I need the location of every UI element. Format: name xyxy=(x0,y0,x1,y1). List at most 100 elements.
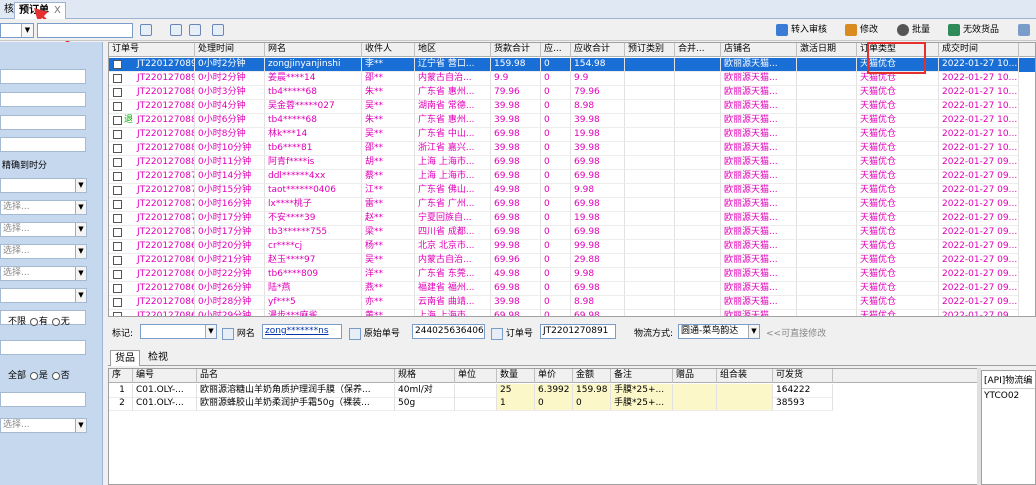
table-row[interactable]: JT22012708690小时20分钟cr****cj杨**北京 北京市...9… xyxy=(109,240,1035,254)
tab-goods[interactable]: 货品 xyxy=(110,350,140,366)
radio-icon[interactable] xyxy=(51,317,60,326)
table-row[interactable]: JT22012708670小时22分钟tb6****809洋**广东省 东莞..… xyxy=(109,268,1035,282)
invalid-goods-button[interactable]: 无效货品 xyxy=(948,23,999,38)
filter-input-7[interactable] xyxy=(0,392,86,407)
table-row[interactable]: JT22012708810小时10分钟tb6****81邵**浙江省 嘉兴...… xyxy=(109,142,1035,156)
copy-icon[interactable] xyxy=(222,327,234,340)
filter-input-1[interactable] xyxy=(0,69,86,84)
row-checkbox[interactable] xyxy=(113,60,122,69)
table-row[interactable]: JT22012708740小时17分钟不安****39赵**宁夏回族自...69… xyxy=(109,212,1035,226)
column-header[interactable]: 店铺名 xyxy=(721,43,797,57)
settings-icon[interactable] xyxy=(212,24,224,36)
batch-button[interactable]: 批量 xyxy=(897,23,930,38)
row-checkbox[interactable] xyxy=(113,312,122,316)
column-header[interactable]: 组合装 xyxy=(717,369,773,383)
row-checkbox[interactable] xyxy=(113,228,122,237)
column-header[interactable]: 订单号 xyxy=(109,43,195,57)
column-header[interactable]: 成交时间 xyxy=(939,43,1019,57)
orig-value[interactable]: 2440256364069489 xyxy=(412,324,485,339)
refresh-icon[interactable] xyxy=(189,24,201,36)
table-row[interactable]: JT22012708900小时2分钟姜晨****14邵**内蒙古自治...9.9… xyxy=(109,72,1035,86)
row-checkbox[interactable] xyxy=(113,256,122,265)
column-header[interactable]: 序 xyxy=(109,369,133,383)
goods-row[interactable]: 2 C01.OLY-... 欧丽源蜂胶山羊奶柔润护手霜50g（裸装... 50g 1 0 0… xyxy=(109,397,977,411)
table-row[interactable]: JT22012708660小时26分钟陆*燕燕**福建省 福州...69.980… xyxy=(109,282,1035,296)
filter-input-4[interactable] xyxy=(0,137,86,152)
copy-icon[interactable] xyxy=(491,327,503,340)
column-header[interactable]: 应收合计 xyxy=(571,43,625,57)
filter-select-5[interactable]: 选择... ▼ xyxy=(0,266,87,281)
copy-icon[interactable] xyxy=(349,327,361,340)
export-icon[interactable] xyxy=(140,24,152,36)
row-checkbox[interactable] xyxy=(113,158,122,167)
row-checkbox[interactable] xyxy=(113,130,122,139)
mark-select[interactable]: ▼ xyxy=(140,324,217,339)
radio-icon[interactable] xyxy=(29,371,38,380)
table-row[interactable]: JT22012708630小时28分钟yf***5亦**云南省 曲靖...39.… xyxy=(109,296,1035,310)
column-header[interactable]: 品名 xyxy=(197,369,395,383)
radio-icon[interactable] xyxy=(29,317,38,326)
column-header[interactable]: 货款合计 xyxy=(491,43,541,57)
row-checkbox[interactable] xyxy=(113,186,122,195)
row-checkbox[interactable] xyxy=(113,284,122,293)
goods-row[interactable]: 1 C01.OLY-... 欧丽源溶糖山羊奶角质护理润手膜（保养... 40ml/对 2… xyxy=(109,384,977,398)
filter-select-4[interactable]: 选择... ▼ xyxy=(0,244,87,259)
table-row[interactable]: 退JT22012708840小时6分钟tb4*****68朱**广东省 惠州..… xyxy=(109,114,1035,128)
logistics-select[interactable]: 圆通-菜鸟韵达 ▼ xyxy=(678,324,760,339)
column-header[interactable]: 单位 xyxy=(455,369,497,383)
import-icon[interactable] xyxy=(170,24,182,36)
column-header[interactable]: 预订类别 xyxy=(625,43,675,57)
table-row[interactable]: JT22012708800小时11分钟阿青f****is胡**上海 上海市...… xyxy=(109,156,1035,170)
filter-select-6[interactable]: ▼ xyxy=(0,288,87,303)
row-checkbox[interactable] xyxy=(113,116,122,125)
column-header[interactable]: 合并... xyxy=(675,43,721,57)
table-row[interactable]: JT22012708850小时4分钟吴金蓉*****027吴**湖南省 常德..… xyxy=(109,100,1035,114)
row-checkbox[interactable] xyxy=(113,88,122,97)
column-header[interactable]: 网名 xyxy=(265,43,362,57)
row-checkbox[interactable] xyxy=(113,242,122,251)
row-checkbox[interactable] xyxy=(113,102,122,111)
column-header[interactable]: 可发货 xyxy=(773,369,833,383)
filter-select-2[interactable]: 选择... ▼ xyxy=(0,200,87,215)
nick-value[interactable]: zong*******ns xyxy=(262,324,342,339)
column-header[interactable]: 赠品 xyxy=(673,369,717,383)
edit-button[interactable]: 修改 xyxy=(845,23,878,38)
row-checkbox[interactable] xyxy=(113,74,122,83)
row-checkbox[interactable] xyxy=(113,200,122,209)
column-header[interactable]: 规格 xyxy=(395,369,455,383)
tab-review[interactable]: 检视 xyxy=(144,350,172,366)
column-header[interactable]: 收件人 xyxy=(362,43,415,57)
filter-select-7[interactable]: 选择... ▼ xyxy=(0,418,87,433)
column-header[interactable]: 金额 xyxy=(573,369,611,383)
filter-select-3[interactable]: 选择... ▼ xyxy=(0,222,87,237)
filter-select-1[interactable]: ▼ xyxy=(0,178,87,193)
column-header[interactable]: 单价 xyxy=(535,369,573,383)
more-button[interactable] xyxy=(1018,23,1033,38)
column-header[interactable]: 应... xyxy=(541,43,571,57)
radio-icon[interactable] xyxy=(51,371,60,380)
order-value[interactable]: JT2201270891 xyxy=(540,324,616,339)
column-header[interactable]: 处理时间 xyxy=(195,43,265,57)
column-header[interactable]: 地区 xyxy=(415,43,491,57)
transfer-audit-button[interactable]: 转入审核 xyxy=(776,23,827,38)
filter-input-2[interactable] xyxy=(0,92,86,107)
table-row[interactable]: JT22012708680小时21分钟赵玉****97吴**内蒙古自治...69… xyxy=(109,254,1035,268)
top-search-input[interactable] xyxy=(37,23,133,38)
row-checkbox[interactable] xyxy=(113,270,122,279)
table-row[interactable]: JT22012708830小时8分钟林k***14吴**广东省 中山...69.… xyxy=(109,128,1035,142)
column-header[interactable]: 激活日期 xyxy=(797,43,857,57)
table-row[interactable]: JT22012708610小时29分钟漫步***麻雀黄**上海 上海市...69… xyxy=(109,310,1035,316)
table-row[interactable]: JT22012708790小时14分钟ddl******4xx蔡**上海 上海市… xyxy=(109,170,1035,184)
table-row[interactable]: JT22012708760小时16分钟lx****桃子雷**广东省 广州...6… xyxy=(109,198,1035,212)
filter-radio-group-1[interactable]: 不限 有 无 xyxy=(8,314,70,327)
table-row[interactable]: JT22012708730小时17分钟tb3******755梁**四川省 成都… xyxy=(109,226,1035,240)
filter-input-3[interactable] xyxy=(0,115,86,130)
column-header[interactable]: 数量 xyxy=(497,369,535,383)
filter-radio-group-2[interactable]: 全部 是 否 xyxy=(8,368,70,381)
row-checkbox[interactable] xyxy=(113,214,122,223)
column-header[interactable]: 备注 xyxy=(611,369,673,383)
row-checkbox[interactable] xyxy=(113,298,122,307)
filter-input-6[interactable] xyxy=(0,340,86,355)
top-combo[interactable]: ▼ xyxy=(0,23,34,38)
row-checkbox[interactable] xyxy=(113,144,122,153)
